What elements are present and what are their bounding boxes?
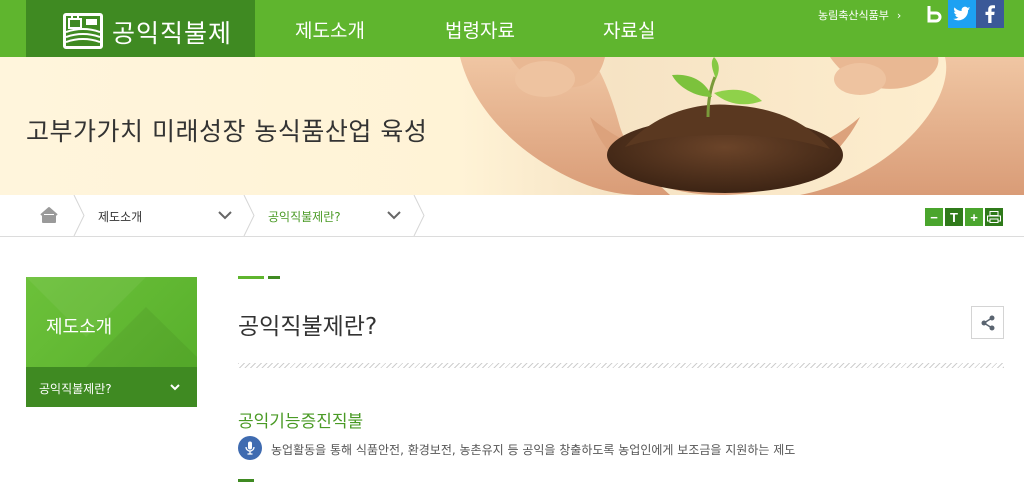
section-decoration — [238, 479, 254, 482]
microphone-icon — [245, 441, 255, 455]
page-tools: − T + — [925, 208, 1003, 226]
sidebar-title: 제도소개 — [46, 317, 113, 338]
breadcrumb-separator — [413, 195, 425, 236]
banner-title: 고부가가치 미래성장 농식품산업 육성 — [26, 117, 428, 146]
share-button[interactable] — [971, 306, 1004, 339]
ministry-link-label: 농림축산식품부 — [818, 9, 889, 22]
home-button[interactable] — [26, 195, 76, 236]
audio-play-button[interactable] — [238, 436, 262, 460]
breadcrumb-separator — [243, 195, 255, 236]
page-title: 공익직불제란? — [238, 314, 378, 340]
nav-item-archive[interactable]: 자료실 — [603, 16, 655, 43]
hero-banner: 고부가가치 미래성장 농식품산업 육성 — [0, 57, 1024, 195]
text-reset-button[interactable]: T — [945, 208, 963, 226]
chevron-down-icon[interactable] — [217, 207, 233, 223]
facebook-icon[interactable] — [976, 0, 1004, 28]
print-button[interactable] — [985, 208, 1003, 226]
zoom-out-button[interactable]: − — [925, 208, 943, 226]
nav-item-intro[interactable]: 제도소개 — [295, 16, 365, 43]
site-header: 공익직불제 제도소개 법령자료 자료실 농림축산식품부 › — [0, 0, 1024, 57]
home-icon — [40, 207, 58, 223]
divider — [238, 363, 1004, 368]
chevron-down-icon — [170, 384, 180, 391]
logo-field-icon — [63, 13, 103, 49]
print-icon — [987, 211, 1001, 223]
blog-icon[interactable] — [920, 0, 948, 28]
zoom-in-button[interactable]: + — [965, 208, 983, 226]
hands-with-sprout-illustration — [460, 57, 1024, 195]
twitter-icon[interactable] — [948, 0, 976, 28]
chevron-down-icon[interactable] — [386, 207, 402, 223]
breadcrumb-level2[interactable]: 공익직불제란? — [268, 208, 341, 225]
breadcrumb-separator — [73, 195, 85, 236]
sidebar-item-label: 공익직불제란? — [39, 382, 112, 396]
section-description: 농업활동을 통해 식품안전, 환경보전, 농촌유지 등 공익을 창출하도록 농업… — [271, 443, 796, 457]
ministry-link[interactable]: 농림축산식품부 › — [818, 7, 901, 23]
share-icon — [981, 315, 994, 330]
sidebar-item-what-is[interactable]: 공익직불제란? — [26, 367, 197, 407]
breadcrumb-level1[interactable]: 제도소개 — [98, 208, 142, 225]
logo-text: 공익직불제 — [112, 19, 233, 48]
sidebar-header: 제도소개 — [26, 277, 197, 367]
title-decoration — [238, 276, 280, 279]
nav-item-law[interactable]: 법령자료 — [445, 16, 515, 43]
site-logo[interactable]: 공익직불제 — [26, 0, 255, 57]
section-title: 공익기능증진직불 — [238, 412, 364, 432]
breadcrumb: 제도소개 공익직불제란? — [0, 195, 1024, 237]
chevron-right-icon: › — [896, 9, 902, 22]
